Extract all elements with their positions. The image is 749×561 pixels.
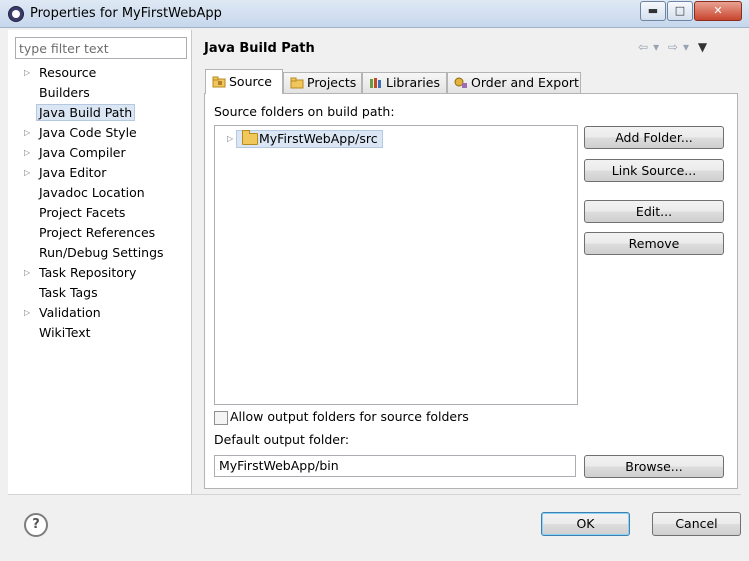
- tab-projects[interactable]: Projects: [283, 72, 362, 93]
- sidebar-item-label: Validation: [39, 305, 101, 320]
- sidebar-item-label: Java Editor: [39, 165, 107, 180]
- sidebar-item-label: Resource: [39, 65, 97, 80]
- sidebar-item-label: Java Compiler: [39, 145, 126, 160]
- tab-libraries[interactable]: Libraries: [362, 72, 447, 93]
- history-nav: ⇦ ▾ ⇨ ▾ ▼: [638, 40, 712, 54]
- forward-dropdown-icon[interactable]: ▾: [683, 40, 689, 54]
- allow-output-checkbox[interactable]: [214, 411, 228, 425]
- tab-source[interactable]: Source: [205, 69, 283, 94]
- sidebar-item-label: WikiText: [39, 325, 91, 340]
- order-export-icon: [454, 77, 467, 88]
- projects-icon: [290, 77, 304, 89]
- eclipse-app-icon: [8, 6, 24, 22]
- page-title: Java Build Path: [204, 41, 315, 56]
- default-output-label: Default output folder:: [214, 432, 350, 447]
- default-output-field[interactable]: MyFirstWebApp/bin: [214, 455, 576, 477]
- edit-button[interactable]: Edit...: [584, 200, 724, 223]
- link-source-button[interactable]: Link Source...: [584, 159, 724, 182]
- sidebar-item[interactable]: Task Tags: [8, 284, 191, 304]
- maximize-button[interactable]: □: [667, 1, 693, 21]
- expand-arrow-icon[interactable]: ▷: [24, 144, 30, 162]
- tab-projects-label: Projects: [307, 75, 357, 90]
- sidebar-item[interactable]: ▷ Task Repository: [8, 264, 191, 284]
- expand-arrow-icon[interactable]: ▷: [24, 164, 30, 182]
- sidebar-item-label: Project References: [39, 225, 156, 240]
- window-title: Properties for MyFirstWebApp: [30, 6, 222, 21]
- close-button[interactable]: ✕: [694, 1, 742, 21]
- title-bar[interactable]: Properties for MyFirstWebApp ▬ □ ✕: [0, 0, 749, 28]
- help-icon[interactable]: ?: [24, 513, 48, 537]
- tab-order-and-export[interactable]: Order and Export: [447, 72, 581, 93]
- forward-arrow-icon[interactable]: ⇨: [668, 40, 678, 54]
- sidebar-item[interactable]: ▷ Java Compiler: [8, 144, 191, 164]
- browse-button[interactable]: Browse...: [584, 455, 724, 478]
- remove-button[interactable]: Remove: [584, 232, 724, 255]
- sidebar-item-label: Run/Debug Settings: [39, 245, 164, 260]
- back-dropdown-icon[interactable]: ▾: [653, 40, 659, 54]
- sidebar-item[interactable]: Javadoc Location: [8, 184, 191, 204]
- tab-order-and-export-label: Order and Export: [471, 75, 579, 90]
- source-folders-label: Source folders on build path:: [214, 104, 395, 119]
- sidebar-item-label: Javadoc Location: [39, 185, 145, 200]
- sidebar: ▷ Resource Builders Java Build Path ▷ Java Co…: [8, 30, 192, 494]
- filter-input[interactable]: [15, 37, 187, 59]
- source-folder-icon: [212, 76, 226, 88]
- expand-arrow-icon[interactable]: ▷: [24, 124, 30, 142]
- sidebar-item[interactable]: ▷ Java Code Style: [8, 124, 191, 144]
- back-arrow-icon[interactable]: ⇦: [638, 40, 648, 54]
- sidebar-item[interactable]: Project References: [8, 224, 191, 244]
- tab-source-label: Source: [229, 74, 272, 89]
- expand-arrow-icon[interactable]: ▷: [24, 304, 30, 322]
- libraries-icon: [370, 78, 381, 88]
- sidebar-item-label: Java Code Style: [39, 125, 137, 140]
- expand-arrow-icon[interactable]: ▷: [24, 64, 30, 82]
- sidebar-item[interactable]: ▷ Resource: [8, 64, 191, 84]
- expand-arrow-icon[interactable]: ▷: [227, 131, 233, 147]
- sidebar-item-label: Project Facets: [39, 205, 126, 220]
- ok-button[interactable]: OK: [541, 512, 630, 536]
- sidebar-item[interactable]: Builders: [8, 84, 191, 104]
- sidebar-item[interactable]: ▷ Validation: [8, 304, 191, 324]
- allow-output-label: Allow output folders for source folders: [230, 409, 469, 424]
- view-menu-icon[interactable]: ▼: [698, 40, 707, 54]
- sidebar-item-label: Builders: [39, 85, 90, 100]
- sidebar-item-label: Java Build Path: [36, 104, 136, 121]
- sidebar-item[interactable]: ▷ Java Editor: [8, 164, 191, 184]
- sidebar-item[interactable]: WikiText: [8, 324, 191, 344]
- tab-libraries-label: Libraries: [386, 75, 440, 90]
- sidebar-tree: ▷ Resource Builders Java Build Path ▷ Java Co…: [8, 64, 191, 344]
- expand-arrow-icon[interactable]: ▷: [24, 264, 30, 282]
- sidebar-item[interactable]: Run/Debug Settings: [8, 244, 191, 264]
- sidebar-item-label: Task Repository: [39, 265, 137, 280]
- cancel-button[interactable]: Cancel: [652, 512, 741, 536]
- sidebar-item-label: Task Tags: [39, 285, 98, 300]
- source-folder-icon: [242, 130, 258, 145]
- sidebar-item[interactable]: Project Facets: [8, 204, 191, 224]
- add-folder-button[interactable]: Add Folder...: [584, 126, 724, 149]
- footer-divider: [8, 494, 741, 495]
- source-folders-tree[interactable]: ▷ MyFirstWebApp/src: [214, 125, 578, 405]
- minimize-button[interactable]: ▬: [640, 1, 666, 21]
- sidebar-item[interactable]: Java Build Path: [8, 104, 191, 124]
